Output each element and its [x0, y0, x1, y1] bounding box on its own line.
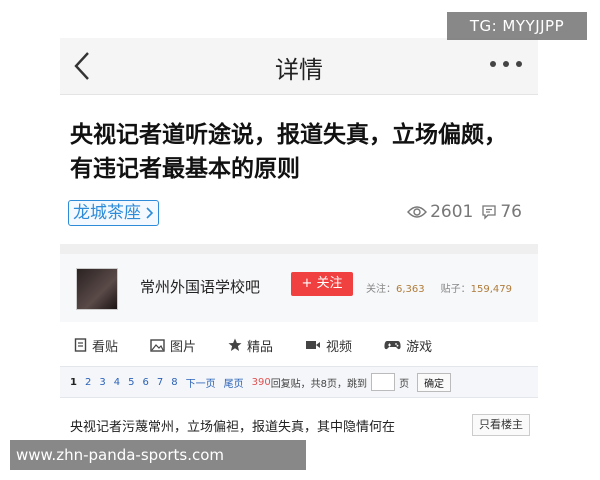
- pagination-bar: 1 2 3 4 5 6 7 8 下一页 尾页 390 回复贴，共8页，跳到 页 …: [60, 366, 538, 398]
- tab-videos-label: 视频: [326, 339, 353, 355]
- phone-screen: 详情 央视记者道听途说，报道失真，立场偏颇，有违记者最基本的原则 龙城茶座 26…: [60, 38, 538, 460]
- forum-counts: 关注：6,363 贴子：159,479: [366, 280, 512, 295]
- page-number[interactable]: 4: [114, 377, 120, 388]
- forum-header: 常州外国语学校吧 + 关注 关注：6,363 贴子：159,479: [60, 254, 538, 322]
- image-icon: [150, 338, 165, 352]
- page-unit-label: 页: [399, 378, 410, 390]
- view-count: 2601: [407, 202, 473, 222]
- jump-page-input[interactable]: [371, 373, 396, 391]
- tab-images[interactable]: 图片: [150, 336, 196, 355]
- tab-featured-label: 精品: [247, 339, 274, 355]
- page-number[interactable]: 5: [128, 377, 134, 388]
- chevron-right-icon: [146, 207, 154, 219]
- host-only-button[interactable]: 只看楼主: [472, 414, 530, 436]
- forum-avatar[interactable]: [76, 268, 118, 310]
- page-number[interactable]: 6: [142, 377, 148, 388]
- page-number[interactable]: 8: [171, 377, 177, 388]
- page-title: 详情: [275, 56, 323, 84]
- tab-games[interactable]: 游戏: [384, 336, 432, 355]
- post-title[interactable]: 央视记者污蔑常州，立场偏袒，报道失真，其中隐情何在: [70, 416, 395, 435]
- forum-name[interactable]: 常州外国语学校吧: [140, 276, 260, 297]
- tab-games-label: 游戏: [406, 339, 433, 355]
- jump-confirm-button[interactable]: 确定: [417, 372, 452, 392]
- post-row: 央视记者污蔑常州，立场偏袒，报道失真，其中隐情何在 只看楼主: [60, 402, 538, 442]
- page-number[interactable]: 1: [70, 377, 77, 388]
- page-number[interactable]: 7: [157, 377, 163, 388]
- followers-label: 关注：: [366, 284, 396, 295]
- forum-tabs: 看贴 图片 精品 视频 游戏: [60, 328, 538, 362]
- category-tag[interactable]: 龙城茶座: [68, 200, 159, 226]
- page-number[interactable]: 2: [85, 377, 91, 388]
- tab-posts[interactable]: 看贴: [74, 336, 118, 355]
- article-title: 央视记者道听途说，报道失真，立场偏颇，有违记者最基本的原则: [70, 122, 507, 182]
- comment-count[interactable]: 76: [481, 202, 522, 222]
- tab-featured[interactable]: 精品: [228, 336, 273, 355]
- watermark-url: www.zhn-panda-sports.com: [10, 440, 306, 470]
- view-count-value: 2601: [430, 202, 474, 222]
- followers-value: 6,363: [396, 284, 425, 295]
- video-icon: [306, 341, 321, 349]
- posts-stat: 贴子：159,479: [441, 280, 512, 295]
- section-divider: [60, 244, 538, 254]
- article-stats: 2601 76: [407, 202, 522, 222]
- star-icon: [228, 338, 242, 351]
- gamepad-icon: [384, 341, 401, 350]
- last-page-link[interactable]: 尾页: [224, 375, 244, 390]
- posts-label: 贴子：: [440, 284, 471, 295]
- watermark-tg: TG: MYYJJPP: [447, 12, 587, 40]
- tab-images-label: 图片: [170, 339, 197, 355]
- comment-icon: [482, 205, 497, 220]
- tab-posts-label: 看贴: [92, 339, 119, 355]
- followers-stat: 关注：6,363: [366, 280, 425, 295]
- more-options-icon[interactable]: [488, 54, 524, 74]
- follow-button[interactable]: + 关注: [291, 272, 353, 296]
- document-icon: [74, 338, 87, 352]
- page-number[interactable]: 3: [99, 377, 105, 388]
- reply-count: 390: [251, 376, 271, 388]
- reply-summary: 回复贴，共8页，跳到: [270, 378, 368, 390]
- tab-videos[interactable]: 视频: [305, 336, 352, 355]
- category-tag-label: 龙城茶座: [73, 203, 141, 223]
- next-page-link[interactable]: 下一页: [186, 375, 216, 390]
- eye-icon: [407, 206, 428, 218]
- posts-value: 159,479: [470, 284, 512, 295]
- top-navigation-bar: 详情: [60, 38, 538, 95]
- comment-count-value: 76: [500, 202, 522, 222]
